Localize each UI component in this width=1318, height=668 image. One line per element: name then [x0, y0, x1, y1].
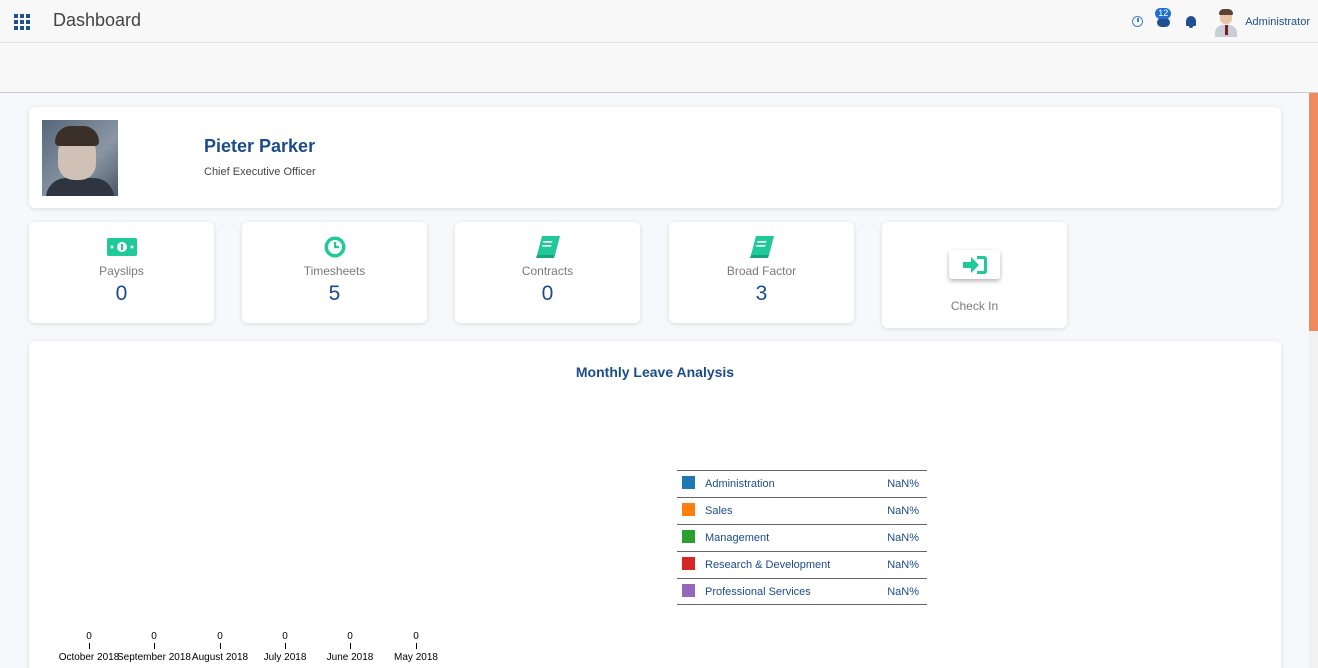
legend-swatch: [682, 557, 695, 570]
legend-label: Management: [705, 532, 770, 544]
avatar[interactable]: [1213, 7, 1239, 37]
stat-card-timesheets[interactable]: Timesheets 5: [242, 222, 427, 323]
legend-item[interactable]: Research & Development NaN%: [677, 551, 927, 578]
message-count-badge: 12: [1155, 7, 1172, 19]
book-icon: [669, 236, 854, 258]
stat-label: Timesheets: [303, 264, 366, 278]
legend-item[interactable]: Management NaN%: [677, 524, 927, 551]
legend-value: NaN%: [887, 532, 919, 544]
check-in-label: Check In: [950, 299, 999, 313]
legend-swatch: [682, 583, 695, 597]
legend-swatch: [682, 476, 695, 489]
stat-label: Payslips: [99, 264, 144, 278]
legend-label: Sales: [705, 505, 733, 517]
apps-grid-icon[interactable]: [14, 14, 30, 30]
bar-value-label: 0: [413, 631, 419, 642]
stat-card-payslips[interactable]: Payslips 0: [29, 222, 214, 323]
leave-analysis-card: Monthly Leave Analysis Administration Na…: [29, 341, 1281, 668]
stat-card-broad-factor[interactable]: Broad Factor 3: [669, 222, 854, 323]
top-bar: Dashboard 12 Administrator: [0, 0, 1318, 43]
axis-tick: [415, 643, 417, 649]
legend-item[interactable]: Administration NaN%: [677, 470, 927, 497]
axis-tick: [88, 643, 90, 649]
page-title: Dashboard: [53, 10, 142, 30]
sub-toolbar: [0, 43, 1318, 93]
axis-category: 0 May 2018: [371, 631, 461, 663]
profile-name: Pieter Parker: [204, 136, 316, 156]
legend-label: Research & Development: [705, 559, 831, 571]
stat-value: 3: [755, 282, 768, 305]
axis-tick: [219, 643, 221, 649]
check-in-card: Check In: [882, 222, 1067, 328]
legend-label: Administration: [705, 478, 775, 490]
legend-item[interactable]: Professional Services NaN%: [677, 578, 927, 605]
clock-icon: [242, 236, 427, 258]
axis-tick: [349, 643, 351, 649]
money-icon: [29, 236, 214, 258]
chart-title: Monthly Leave Analysis: [575, 364, 735, 380]
legend-label: Professional Services: [705, 585, 811, 598]
user-name[interactable]: Administrator: [1245, 16, 1310, 28]
stat-card-contracts[interactable]: Contracts 0: [455, 222, 640, 323]
chat-icon: [1157, 17, 1171, 27]
legend-value: NaN%: [887, 505, 919, 517]
check-in-button[interactable]: [949, 250, 1000, 279]
stat-label: Broad Factor: [726, 264, 797, 278]
legend-item[interactable]: Sales NaN%: [677, 497, 927, 524]
axis-tick: [153, 643, 155, 649]
axis-tick: [284, 643, 286, 649]
stat-value: 0: [115, 282, 128, 305]
legend-value: NaN%: [887, 478, 919, 490]
stat-label: Contracts: [521, 264, 574, 278]
clock-icon[interactable]: [1132, 16, 1144, 27]
profile-card: Pieter Parker Chief Executive Officer: [29, 107, 1281, 208]
legend-value: NaN%: [887, 559, 919, 571]
scrollbar-thumb[interactable]: [1309, 93, 1318, 331]
top-right-actions: 12 Administrator: [1132, 0, 1310, 43]
stat-value: 5: [328, 282, 341, 305]
sign-in-icon: [962, 255, 987, 274]
profile-photo: [42, 120, 118, 196]
chart-legend: Administration NaN% Sales NaN% Managemen…: [677, 470, 927, 605]
axis-tick-label: May 2018: [394, 652, 438, 663]
legend-swatch: [682, 530, 695, 543]
book-icon: [455, 236, 640, 258]
bell-icon[interactable]: [1185, 15, 1197, 28]
messages-button[interactable]: 12: [1155, 7, 1172, 28]
legend-swatch: [682, 503, 695, 516]
profile-role: Chief Executive Officer: [204, 166, 316, 178]
stat-value: 0: [541, 282, 554, 305]
legend-value: NaN%: [887, 585, 919, 598]
